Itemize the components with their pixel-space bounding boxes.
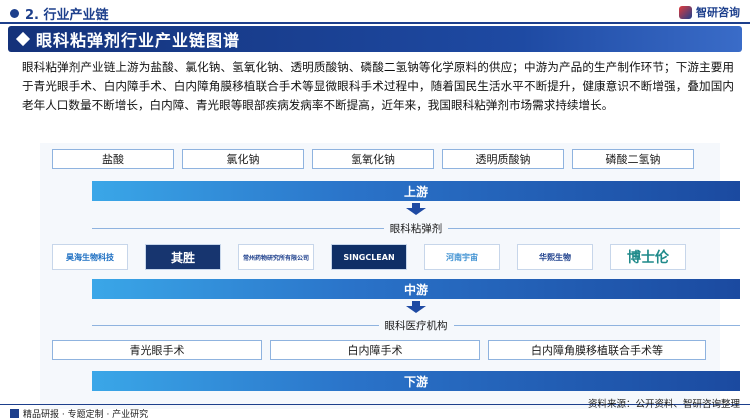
down-arrow-icon — [406, 203, 426, 215]
upstream-item: 透明质酸钠 — [442, 149, 564, 169]
footer-tagline-text: 精品研报 · 专题定制 · 产业研究 — [23, 410, 149, 420]
midstream-stage-bar: 中游 — [92, 279, 740, 299]
company-logo-singclean: SINGCLEAN — [331, 244, 407, 270]
downstream-stage-bar: 下游 — [92, 371, 740, 391]
title-banner: 眼科粘弹剂行业产业链图谱 — [8, 26, 742, 52]
downstream-item: 白内障手术 — [270, 340, 480, 360]
source-note: 资料来源：公开资料、智研咨询整理 — [587, 399, 740, 410]
midstream-logos: 昊海生物科技 其胜 常州药物研究所有限公司 SINGCLEAN 河南宇宙 华熙生… — [52, 244, 686, 270]
downstream-items: 青光眼手术 白内障手术 白内障角膜移植联合手术等 — [52, 340, 706, 360]
company-logo-bloomage: 华熙生物 — [517, 244, 593, 270]
downstream-item: 青光眼手术 — [52, 340, 262, 360]
top-bar: 2. 行业产业链 智研咨询 — [0, 0, 750, 24]
upstream-item: 氢氧化钠 — [312, 149, 434, 169]
brand-icon — [679, 5, 692, 19]
upstream-item: 磷酸二氢钠 — [572, 149, 694, 169]
downstream-item: 白内障角膜移植联合手术等 — [488, 340, 706, 360]
company-logo-bausch: 博士伦 — [610, 244, 686, 270]
description-paragraph: 眼科粘弹剂产业链上游为盐酸、氯化钠、氢氧化钠、透明质酸钠、磷酸二氢钠等化学原料的… — [22, 60, 734, 112]
company-logo-henan-yuzhou: 河南宇宙 — [424, 244, 500, 270]
upstream-items: 盐酸 氯化钠 氢氧化钠 透明质酸钠 磷酸二氢钠 — [52, 149, 694, 169]
midstream-group-header: 眼科粘弹剂 — [92, 221, 740, 235]
brand-name: 智研咨询 — [696, 6, 740, 19]
report-icon — [10, 409, 19, 418]
page-title: 眼科粘弹剂行业产业链图谱 — [36, 31, 241, 50]
upstream-item: 盐酸 — [52, 149, 174, 169]
section-title-text: 2. 行业产业链 — [25, 8, 109, 23]
footer-tagline: 精品研报 · 专题定制 · 产业研究 — [10, 407, 148, 420]
upstream-stage-bar: 上游 — [92, 181, 740, 201]
bullet-icon — [10, 9, 19, 18]
section-title: 2. 行业产业链 — [10, 4, 109, 23]
company-logo-changzhou: 常州药物研究所有限公司 — [238, 244, 314, 270]
down-arrow-icon — [406, 301, 426, 313]
downstream-group-header: 眼科医疗机构 — [92, 318, 740, 332]
industry-chain-diagram: 盐酸 氯化钠 氢氧化钠 透明质酸钠 磷酸二氢钠 上游 眼科粘弹剂 昊海生物科技 … — [40, 143, 740, 409]
company-logo-qisheng: 其胜 — [145, 244, 221, 270]
header-divider — [0, 22, 750, 24]
midstream-group-label: 眼科粘弹剂 — [383, 223, 449, 235]
upstream-item: 氯化钠 — [182, 149, 304, 169]
downstream-group-label: 眼科医疗机构 — [378, 320, 454, 332]
diamond-icon — [15, 31, 31, 47]
company-logo-haohai: 昊海生物科技 — [52, 244, 128, 270]
brand-logo: 智研咨询 — [679, 4, 740, 20]
